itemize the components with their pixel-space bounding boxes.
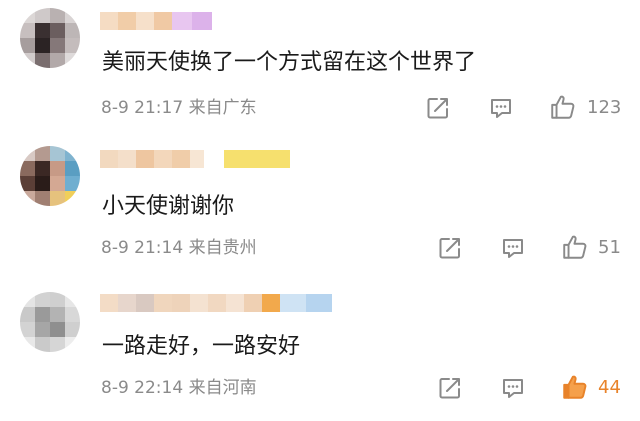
share-icon[interactable] bbox=[437, 375, 463, 401]
comment-item: 美丽天使换了一个方式留在这个世界了 8-9 21:17 来自广东 123 bbox=[0, 0, 640, 140]
comment-time: 8-9 21:14 bbox=[101, 238, 184, 258]
comment-time: 8-9 22:14 bbox=[101, 378, 184, 398]
like-count: 44 bbox=[598, 377, 621, 398]
username-redacted[interactable] bbox=[100, 294, 332, 312]
comment-meta: 8-9 22:14 来自河南 bbox=[101, 377, 257, 399]
comment-text: 小天使谢谢你 bbox=[102, 194, 235, 219]
comment-text: 美丽天使换了一个方式留在这个世界了 bbox=[102, 50, 477, 75]
username-redacted[interactable] bbox=[100, 150, 290, 168]
comment-time: 8-9 21:17 bbox=[101, 98, 184, 118]
username-redacted[interactable] bbox=[100, 12, 215, 30]
avatar[interactable] bbox=[20, 146, 80, 206]
avatar[interactable] bbox=[20, 292, 80, 352]
comment-item: 小天使谢谢你 8-9 21:14 来自贵州 51 bbox=[0, 140, 640, 280]
comment-location: 来自贵州 bbox=[188, 238, 257, 258]
thumbs-up-icon-active[interactable] bbox=[561, 373, 589, 401]
thumbs-up-icon[interactable] bbox=[561, 233, 589, 261]
comment-item: 一路走好，一路安好 8-9 22:14 来自河南 44 bbox=[0, 280, 640, 420]
like-count: 51 bbox=[598, 237, 621, 258]
comment-icon[interactable] bbox=[488, 95, 514, 121]
comment-icon[interactable] bbox=[500, 375, 526, 401]
comment-meta: 8-9 21:17 来自广东 bbox=[101, 97, 257, 119]
comment-icon[interactable] bbox=[500, 235, 526, 261]
like-count: 123 bbox=[587, 97, 622, 118]
share-icon[interactable] bbox=[437, 235, 463, 261]
avatar[interactable] bbox=[20, 8, 80, 68]
comment-text: 一路走好，一路安好 bbox=[102, 334, 301, 359]
comment-location: 来自广东 bbox=[188, 98, 257, 118]
share-icon[interactable] bbox=[425, 95, 451, 121]
thumbs-up-icon[interactable] bbox=[549, 93, 577, 121]
comment-location: 来自河南 bbox=[188, 378, 257, 398]
comment-meta: 8-9 21:14 来自贵州 bbox=[101, 237, 257, 259]
